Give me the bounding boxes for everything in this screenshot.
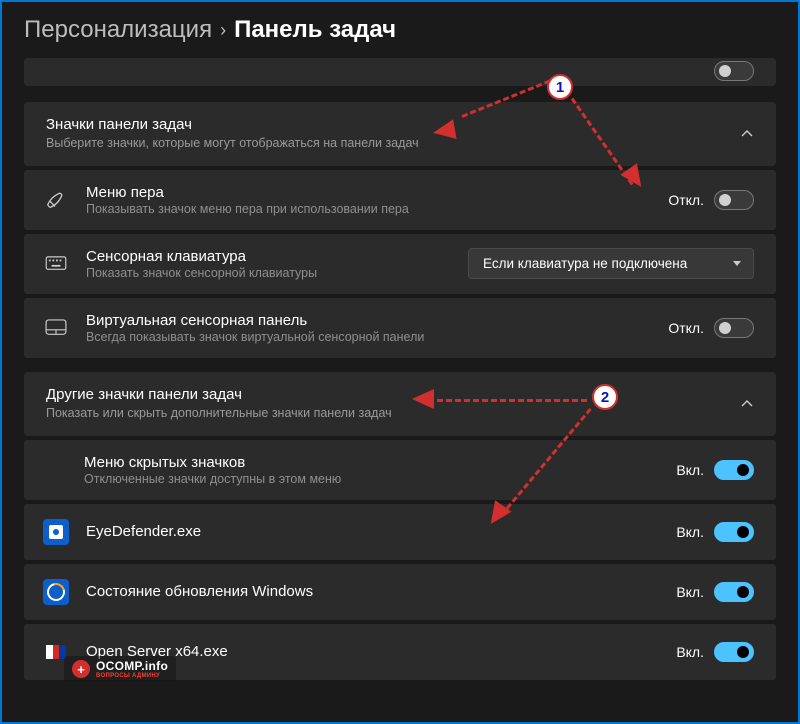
toggle-state-label: Вкл. (676, 644, 704, 660)
item-title: Виртуальная сенсорная панель (86, 312, 652, 329)
item-subtitle: Всегда показывать значок виртуальной сен… (86, 330, 652, 344)
item-pen-menu: Меню пера Показывать значок меню пера пр… (24, 170, 776, 230)
section-subtitle: Выберите значки, которые могут отображат… (46, 135, 740, 152)
app-icon-eyedefender (43, 519, 69, 545)
item-title: Меню скрытых значков (84, 454, 660, 471)
item-subtitle: Отключенные значки доступны в этом меню (84, 472, 660, 486)
item-title: Меню пера (86, 184, 652, 201)
item-windows-update: Состояние обновления Windows Вкл. (24, 564, 776, 620)
watermark-main: OCOMP.info (96, 659, 168, 673)
partial-hidden-row (24, 58, 776, 86)
touchpad-icon (42, 314, 70, 342)
toggle-state-label: Вкл. (676, 462, 704, 478)
toggle-state-label: Вкл. (676, 584, 704, 600)
toggle-state-label: Откл. (668, 192, 704, 208)
section-other-icons-header[interactable]: Другие значки панели задач Показать или … (24, 372, 776, 436)
item-title: Состояние обновления Windows (86, 583, 660, 600)
watermark: + OCOMP.info ВОПРОСЫ АДМИНУ (64, 656, 176, 682)
breadcrumb-current: Панель задач (234, 16, 396, 44)
breadcrumb-parent[interactable]: Персонализация (24, 16, 212, 44)
item-title: Сенсорная клавиатура (86, 248, 452, 265)
touchpad-toggle[interactable] (714, 318, 754, 338)
pen-icon (42, 186, 70, 214)
section-title: Другие значки панели задач (46, 386, 740, 403)
eyedefender-toggle[interactable] (714, 522, 754, 542)
breadcrumb: Персонализация › Панель задач (2, 2, 798, 54)
watermark-icon: + (72, 660, 90, 678)
hidden-menu-toggle[interactable] (714, 460, 754, 480)
chevron-up-icon (740, 127, 754, 141)
item-hidden-icons-menu: Меню скрытых значков Отключенные значки … (24, 440, 776, 500)
toggle-state-label: Откл. (668, 320, 704, 336)
open-server-toggle[interactable] (714, 642, 754, 662)
item-touch-keyboard: Сенсорная клавиатура Показать значок сен… (24, 234, 776, 294)
app-icon-windows-update (43, 579, 69, 605)
item-subtitle: Показывать значок меню пера при использо… (86, 202, 652, 216)
keyboard-icon (42, 250, 70, 278)
section-subtitle: Показать или скрыть дополнительные значк… (46, 405, 740, 422)
item-title: EyeDefender.exe (86, 523, 660, 540)
prev-toggle[interactable] (714, 61, 754, 81)
item-virtual-touchpad: Виртуальная сенсорная панель Всегда пока… (24, 298, 776, 358)
section-taskbar-icons-header[interactable]: Значки панели задач Выберите значки, кот… (24, 102, 776, 166)
chevron-right-icon: › (220, 20, 226, 41)
chevron-up-icon (740, 397, 754, 411)
pen-toggle[interactable] (714, 190, 754, 210)
toggle-state-label: Вкл. (676, 524, 704, 540)
windows-update-toggle[interactable] (714, 582, 754, 602)
watermark-sub: ВОПРОСЫ АДМИНУ (96, 673, 168, 679)
section-title: Значки панели задач (46, 116, 740, 133)
keyboard-mode-dropdown[interactable]: Если клавиатура не подключена (468, 248, 754, 279)
item-subtitle: Показать значок сенсорной клавиатуры (86, 266, 452, 280)
item-eyedefender: EyeDefender.exe Вкл. (24, 504, 776, 560)
